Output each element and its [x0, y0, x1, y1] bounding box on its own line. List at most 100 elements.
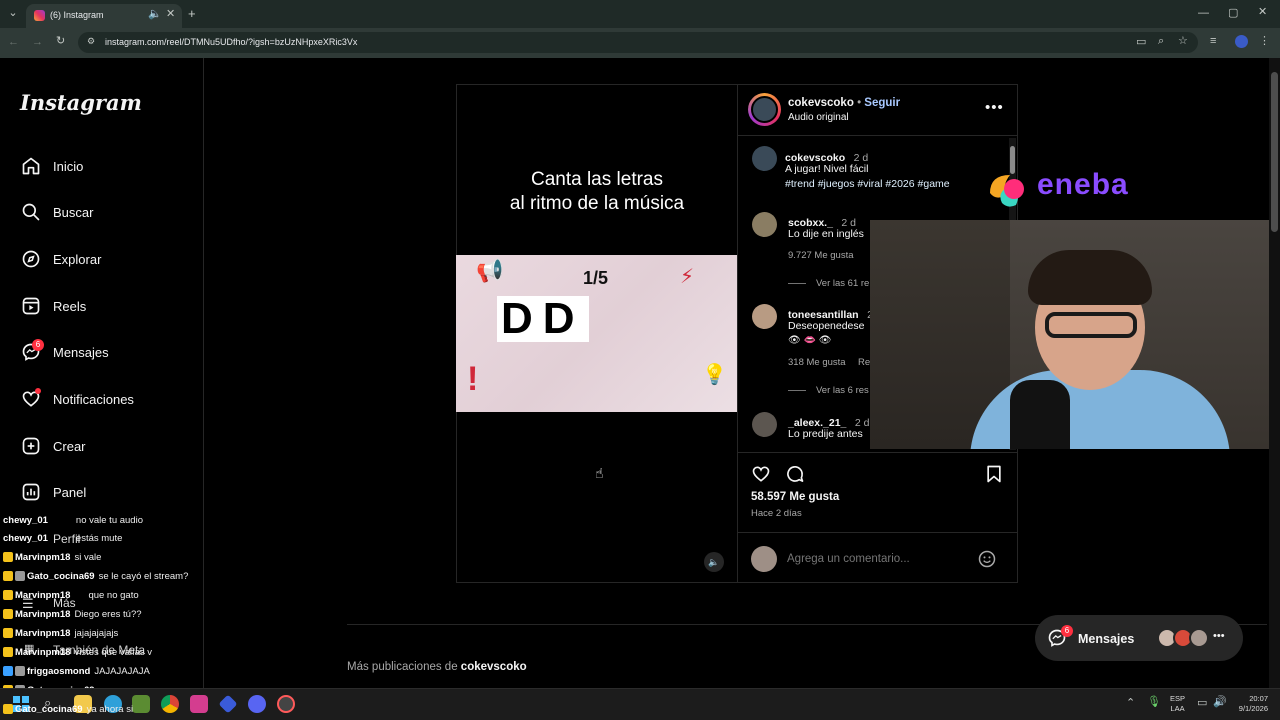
- messages-pill[interactable]: 6 Mensajes •••: [1035, 615, 1243, 661]
- clock[interactable]: 20:07 9/1/2026: [1232, 694, 1268, 714]
- back-icon[interactable]: ←: [8, 37, 19, 48]
- bookmark-star-icon[interactable]: ☆: [1178, 36, 1188, 47]
- caption-avatar[interactable]: [752, 146, 777, 171]
- page-scrollbar[interactable]: [1269, 58, 1280, 688]
- author-name[interactable]: cokevscoko: [788, 97, 854, 109]
- chat-message: Marvinpm18 vistes que valías v: [3, 645, 152, 659]
- instagram-logo[interactable]: Instagram: [20, 90, 142, 115]
- restore-icon[interactable]: ▢: [1228, 8, 1238, 19]
- reload-icon[interactable]: ↻: [56, 36, 65, 47]
- site-info-icon[interactable]: ⚙: [87, 37, 95, 46]
- audio-label[interactable]: Audio original: [788, 112, 849, 123]
- speaker-icon[interactable]: 🔈: [148, 9, 162, 20]
- discord-icon[interactable]: [248, 695, 266, 713]
- reply-button[interactable]: Re: [858, 357, 870, 368]
- network-icon[interactable]: ▭: [1197, 698, 1207, 709]
- reel-caption-line1: Canta las letras: [530, 169, 663, 190]
- comment-likes[interactable]: 318 Me gusta: [788, 357, 846, 368]
- volume-icon[interactable]: 🔊: [1213, 697, 1227, 708]
- comment-box-divider: [738, 532, 1017, 533]
- language-indicator[interactable]: ESP LAA: [1170, 694, 1185, 714]
- view-replies-button[interactable]: Ver las 61 re: [816, 278, 869, 289]
- comment-avatar[interactable]: [752, 212, 777, 237]
- messages-pill-badge: 6: [1061, 625, 1073, 637]
- like-button[interactable]: [751, 464, 771, 484]
- chat-user: Marvinpm18: [15, 646, 71, 658]
- chrome-icon[interactable]: [161, 695, 179, 713]
- exclamation-icon: !: [467, 360, 479, 398]
- sidebar-item-label: Inicio: [53, 158, 84, 174]
- more-posts-user[interactable]: cokevscoko: [461, 661, 527, 673]
- comment-input[interactable]: [787, 550, 967, 568]
- chat-user: Gato_cocina69: [15, 703, 83, 715]
- chat-badge-icon: [3, 609, 13, 619]
- chat-user: Marvinpm18: [15, 589, 71, 601]
- tab-list-icon[interactable]: ⌄: [6, 8, 20, 19]
- chat-badge-icon: [3, 571, 13, 581]
- profile-avatar[interactable]: [1235, 35, 1248, 48]
- tab-title: (6) Instagram: [50, 10, 104, 20]
- sidebar-item-inicio[interactable]: Inicio: [20, 152, 83, 180]
- page-scrollbar-thumb[interactable]: [1271, 72, 1278, 232]
- close-tab-icon[interactable]: ✕: [166, 9, 175, 20]
- chat-text: no vale tu audio: [75, 514, 143, 526]
- sidebar-item-notificaciones[interactable]: Notificaciones: [20, 385, 134, 413]
- author-avatar-inner: [751, 96, 778, 123]
- mic-icon[interactable]: 🎙: [1147, 697, 1161, 708]
- address-bar[interactable]: ⚙ instagram.com/reel/DTMNu5UDfho/?igsh=b…: [78, 32, 1198, 53]
- minimize-icon[interactable]: —: [1198, 8, 1209, 19]
- mute-button[interactable]: 🔈: [704, 552, 724, 572]
- app-icon[interactable]: [190, 695, 208, 713]
- chat-badge-icon: [3, 704, 13, 714]
- comment-likes[interactable]: 9.727 Me gusta: [788, 250, 854, 261]
- window-close-icon[interactable]: ✕: [1258, 7, 1267, 18]
- browser-menu-icon[interactable]: ⋮: [1259, 36, 1270, 47]
- sidebar-item-label: Buscar: [53, 204, 94, 220]
- clock-date: 9/1/2026: [1238, 704, 1268, 713]
- minecraft-icon[interactable]: [132, 695, 150, 713]
- chat-text: Diego eres tú??: [74, 608, 142, 620]
- like-count[interactable]: 58.597 Me gusta: [751, 491, 839, 503]
- more-options-icon[interactable]: •••: [985, 99, 1004, 116]
- comment-avatar[interactable]: [752, 412, 777, 437]
- messenger-icon: 6: [20, 339, 44, 363]
- sidebar-item-explorar[interactable]: Explorar: [20, 245, 101, 273]
- comment-icon: [787, 466, 804, 482]
- instagram-favicon-icon: [34, 10, 45, 21]
- webcam-person-hair: [1028, 250, 1152, 305]
- emoji-icon[interactable]: [977, 549, 997, 569]
- forward-icon[interactable]: →: [32, 37, 43, 48]
- sidebar-item-label: Reels: [53, 298, 87, 314]
- reel-caption-line2: al ritmo de la música: [509, 193, 685, 214]
- zoom-icon[interactable]: ⌕: [1158, 36, 1164, 47]
- new-tab-icon[interactable]: +: [188, 7, 196, 20]
- clock-time: 20:07: [1249, 694, 1268, 703]
- sidebar-item-crear[interactable]: Crear: [20, 432, 86, 460]
- cast-icon[interactable]: ▭: [1136, 37, 1146, 48]
- caption-text: A jugar! Nivel fácil: [785, 163, 869, 175]
- sidebar-item-buscar[interactable]: Buscar: [20, 198, 93, 226]
- tray-chevron-icon[interactable]: ⌃: [1126, 698, 1135, 709]
- sidebar-item-panel[interactable]: Panel: [20, 478, 86, 506]
- view-replies-button[interactable]: Ver las 6 res: [816, 385, 869, 396]
- chat-user: Gato_cocina69: [27, 570, 95, 582]
- follow-button[interactable]: Seguir: [864, 97, 900, 109]
- tab-search-icon[interactable]: ≡: [1210, 36, 1216, 47]
- save-button[interactable]: [984, 464, 1004, 484]
- browser-tab[interactable]: (6) Instagram 🔈 ✕: [26, 4, 182, 28]
- comment-text: Deseopenedese: [788, 320, 865, 332]
- bookmark-icon: [987, 465, 1001, 483]
- sidebar-item-mensajes[interactable]: 6 Mensajes: [20, 338, 109, 366]
- chat-user: Marvinpm18: [15, 551, 71, 563]
- chat-user: chewy_01: [3, 514, 48, 526]
- sidebar-item-reels[interactable]: Reels: [20, 292, 86, 320]
- comment-button[interactable]: [785, 464, 805, 484]
- comment-avatar[interactable]: [752, 304, 777, 329]
- chat-message: Marvinpm18 Diego eres tú??: [3, 607, 142, 621]
- language-primary: ESP: [1170, 694, 1186, 703]
- app-icon[interactable]: [277, 695, 295, 713]
- chat-user: Marvinpm18: [15, 608, 71, 620]
- sidebar-item-label: Panel: [53, 484, 87, 500]
- caption-hashtags[interactable]: #trend #juegos #viral #2026 #game: [785, 178, 950, 190]
- webcam-microphone: [1010, 380, 1070, 449]
